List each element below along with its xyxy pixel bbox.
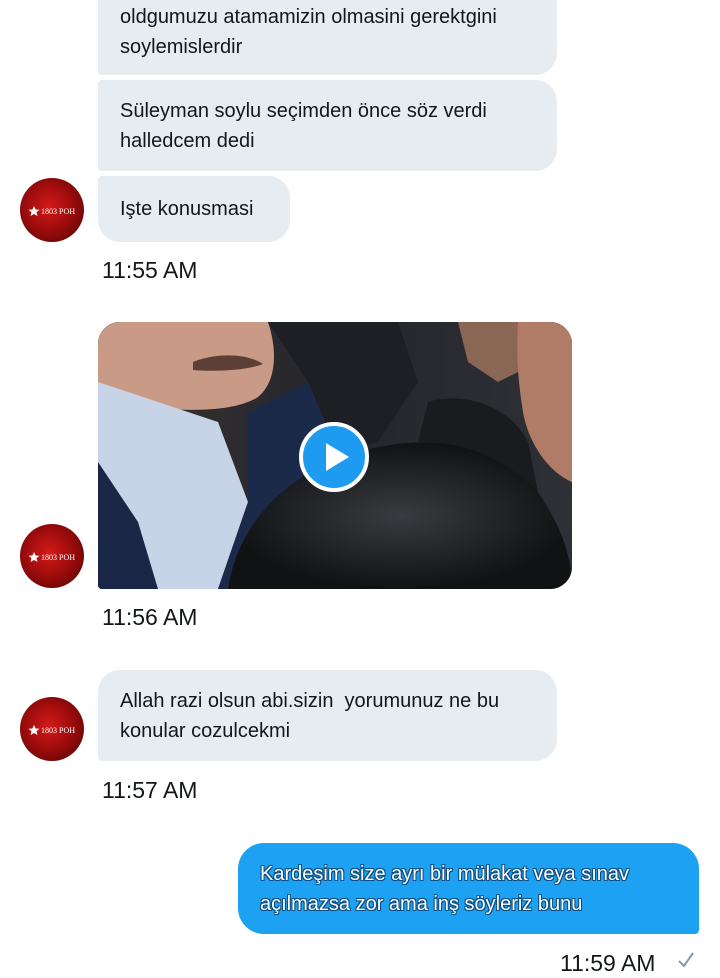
checkmark-icon	[678, 952, 694, 968]
sender-avatar[interactable]: 1803 POH	[20, 524, 84, 588]
message-text-line: Işte konusmasi	[120, 198, 254, 220]
message-text-line: Allah razi olsun abi.sizin yorumunuz ne …	[120, 690, 500, 712]
star-icon	[28, 552, 40, 562]
message-timestamp: 11:56 AM	[102, 604, 198, 630]
message-bubble-outgoing[interactable]: Kardeşim size ayrı bir mülakat veya sına…	[238, 843, 699, 934]
message-bubble-incoming[interactable]: Süleyman soylu seçimden önce söz verdi h…	[98, 80, 557, 171]
play-icon	[326, 443, 349, 471]
message-text-line: konular cozulcekmi	[120, 720, 291, 742]
message-timestamp: 11:59 AM	[560, 950, 656, 976]
message-text-line: halledcem dedi	[120, 130, 255, 152]
avatar-label: 1803 POH	[41, 207, 75, 216]
sender-avatar[interactable]: 1803 POH	[20, 178, 84, 242]
message-bubble-incoming[interactable]: Işte konusmasi	[98, 176, 290, 242]
message-timestamp: 11:57 AM	[102, 777, 198, 803]
dm-conversation: oldgumuzu atamamizin olmasini gerektgini…	[0, 0, 720, 978]
message-text-line: oldgumuzu atamamizin olmasini gerektgini	[120, 6, 497, 28]
sender-avatar[interactable]: 1803 POH	[20, 697, 84, 761]
video-message[interactable]	[98, 322, 572, 589]
star-icon	[28, 725, 40, 735]
message-text-line: açılmazsa zor ama inş söyleriz bunu	[260, 893, 583, 915]
message-bubble-incoming[interactable]: Allah razi olsun abi.sizin yorumunuz ne …	[98, 670, 557, 761]
play-button[interactable]	[299, 422, 369, 492]
avatar-label: 1803 POH	[41, 553, 75, 562]
message-timestamp: 11:55 AM	[102, 257, 198, 283]
message-text-line: soylemislerdir	[120, 36, 243, 58]
message-text-line: Kardeşim size ayrı bir mülakat veya sına…	[260, 863, 630, 885]
message-bubble-incoming[interactable]: oldgumuzu atamamizin olmasini gerektgini…	[98, 0, 557, 75]
message-text-line: Süleyman soylu seçimden önce söz verdi	[120, 100, 487, 122]
star-icon	[28, 206, 40, 216]
avatar-label: 1803 POH	[41, 726, 75, 735]
